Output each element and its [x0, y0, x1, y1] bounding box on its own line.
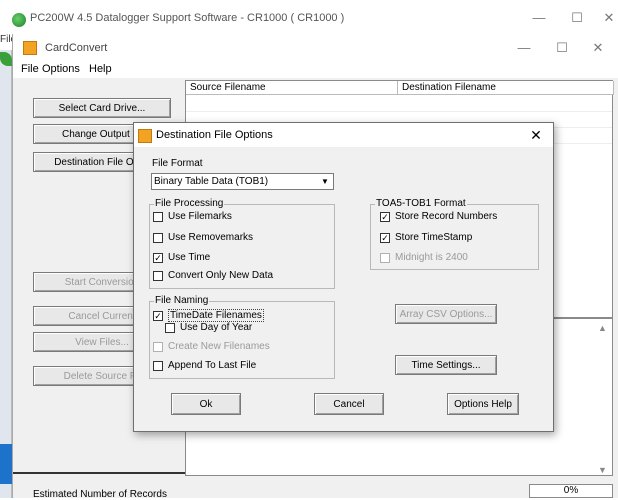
file-format-select[interactable]: Binary Table Data (TOB1) ▼: [151, 173, 334, 190]
use-filemarks-label: Use Filemarks: [168, 211, 232, 222]
outer-window-title: PC200W 4.5 Datalogger Support Software -…: [30, 12, 345, 24]
options-help-button[interactable]: Options Help: [447, 393, 519, 415]
checkbox-icon[interactable]: ✓: [153, 252, 163, 263]
cardconvert-maximize-button[interactable]: ☐: [547, 38, 577, 58]
checkbox-icon[interactable]: ✓: [380, 211, 390, 222]
outer-left-blue-strip: [0, 444, 12, 484]
separator-line: [13, 472, 185, 474]
toa5-tob1-group-title: TOA5-TOB1 Format: [375, 198, 467, 209]
select-card-drive-button[interactable]: Select Card Drive...: [33, 98, 171, 118]
checkbox-icon[interactable]: [380, 252, 390, 263]
file-naming-group-title: File Naming: [154, 295, 210, 306]
column-header-destination-filename[interactable]: Destination Filename: [398, 81, 614, 95]
timedate-filenames-checkbox[interactable]: ✓ TimeDate Filenames: [153, 309, 264, 322]
scroll-up-icon[interactable]: ▲: [598, 323, 607, 333]
checkbox-icon[interactable]: [153, 270, 163, 281]
array-csv-options-button[interactable]: Array CSV Options...: [395, 304, 497, 324]
convert-only-new-data-label: Convert Only New Data: [168, 270, 274, 281]
store-timestamp-checkbox[interactable]: ✓ Store TimeStamp: [380, 232, 472, 243]
use-filemarks-checkbox[interactable]: Use Filemarks: [153, 211, 232, 222]
pc200w-app-icon: [12, 13, 26, 27]
outer-left-panel: [0, 50, 12, 498]
append-to-last-file-checkbox[interactable]: Append To Last File: [153, 360, 256, 371]
create-new-filenames-label: Create New Filenames: [168, 341, 270, 352]
chevron-down-icon[interactable]: ▼: [319, 175, 331, 188]
convert-only-new-data-checkbox[interactable]: Convert Only New Data: [153, 270, 273, 281]
use-removemarks-checkbox[interactable]: Use Removemarks: [153, 232, 253, 243]
midnight-is-2400-checkbox[interactable]: Midnight is 2400: [380, 252, 468, 263]
use-day-of-year-checkbox[interactable]: Use Day of Year: [165, 322, 252, 333]
use-time-checkbox[interactable]: ✓ Use Time: [153, 252, 210, 263]
store-timestamp-label: Store TimeStamp: [395, 232, 473, 243]
cancel-button[interactable]: Cancel: [314, 393, 384, 415]
table-row-divider: [186, 111, 612, 112]
timedate-filenames-label: TimeDate Filenames: [168, 309, 264, 322]
file-processing-group-title: File Processing: [154, 198, 225, 209]
checkbox-icon[interactable]: [153, 360, 163, 371]
use-time-label: Use Time: [168, 252, 211, 263]
menu-options[interactable]: Options: [42, 63, 80, 75]
dialog-app-icon: [138, 129, 152, 143]
checkbox-icon[interactable]: ✓: [380, 232, 390, 243]
checkbox-icon[interactable]: [165, 322, 175, 333]
store-record-numbers-checkbox[interactable]: ✓ Store Record Numbers: [380, 211, 497, 222]
menu-help[interactable]: Help: [89, 63, 112, 75]
cardconvert-minimize-button[interactable]: —: [509, 38, 539, 58]
file-format-value: Binary Table Data (TOB1): [154, 176, 269, 187]
checkbox-icon[interactable]: [153, 341, 163, 352]
outer-close-button[interactable]: ✕: [594, 8, 618, 28]
cardconvert-menu-bar: File Options Help: [13, 60, 618, 78]
use-day-of-year-label: Use Day of Year: [180, 322, 253, 333]
destination-file-options-dialog: Destination File Options ✕ File Format B…: [133, 122, 554, 432]
append-to-last-file-label: Append To Last File: [168, 360, 257, 371]
create-new-filenames-checkbox[interactable]: Create New Filenames: [153, 341, 270, 352]
time-settings-button[interactable]: Time Settings...: [395, 355, 497, 375]
outer-menu-file[interactable]: File: [0, 34, 16, 48]
cardconvert-app-icon: [23, 41, 37, 55]
cardconvert-close-button[interactable]: ✕: [583, 38, 613, 58]
checkbox-icon[interactable]: [153, 211, 163, 222]
checkbox-icon[interactable]: [153, 232, 163, 243]
estimated-records-label: Estimated Number of Records: [33, 489, 167, 500]
cardconvert-title: CardConvert: [45, 42, 108, 54]
dialog-close-button[interactable]: ✕: [526, 126, 546, 144]
midnight-is-2400-label: Midnight is 2400: [395, 252, 468, 263]
scroll-down-icon[interactable]: ▼: [598, 465, 607, 475]
dialog-title: Destination File Options: [156, 129, 273, 141]
leaf-icon[interactable]: [0, 52, 12, 66]
use-removemarks-label: Use Removemarks: [168, 232, 254, 243]
progress-indicator: 0%: [529, 484, 613, 498]
outer-minimize-button[interactable]: —: [524, 8, 554, 28]
file-format-label: File Format: [152, 158, 203, 169]
store-record-numbers-label: Store Record Numbers: [395, 211, 498, 222]
checkbox-icon[interactable]: ✓: [153, 310, 163, 321]
menu-file[interactable]: File: [21, 63, 39, 75]
ok-button[interactable]: Ok: [171, 393, 241, 415]
outer-maximize-button[interactable]: ☐: [562, 8, 592, 28]
column-header-source-filename[interactable]: Source Filename: [186, 81, 398, 95]
